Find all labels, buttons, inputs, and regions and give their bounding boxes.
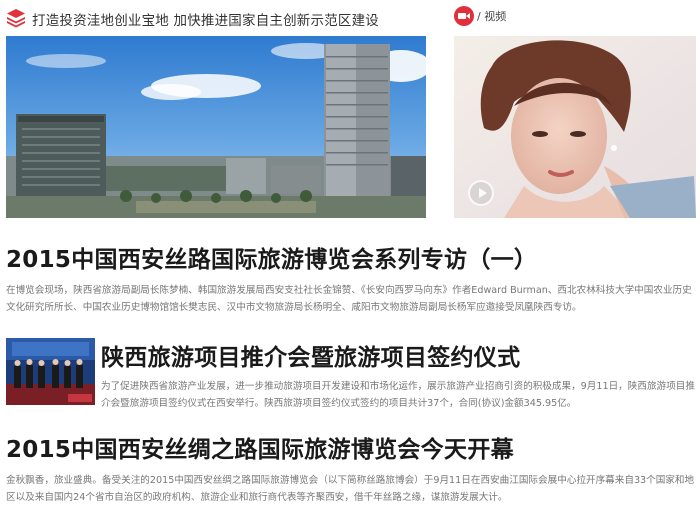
top-bar: 打造投资洼地创业宝地 加快推进国家自主创新示范区建设 / 视频: [0, 0, 700, 36]
article-title-link[interactable]: 2015中国西安丝绸之路国际旅游博览会今天开幕: [6, 437, 514, 463]
header-title-link[interactable]: 打造投资洼地创业宝地 加快推进国家自主创新示范区建设: [32, 9, 379, 29]
article-summary: 为了促进陕西省旅游产业发展，进一步推动旅游项目开发建设和市场化运作，展示旅游产业…: [101, 381, 695, 409]
article-title-link[interactable]: 陕西旅游项目推介会暨旅游项目签约仪式: [101, 345, 520, 371]
city-skyline-photo[interactable]: [6, 36, 426, 218]
event-photo-thumbnail[interactable]: [6, 338, 95, 405]
article-summary: 金秋飘香，旅业盛典。备受关注的2015中国西安丝绸之路国际旅游博览会（以下简称丝…: [6, 475, 695, 503]
article-title-link[interactable]: 2015中国西安丝路国际旅游博览会系列专访（一）: [6, 247, 537, 273]
video-camera-icon: [454, 6, 474, 26]
video-thumbnail[interactable]: [454, 36, 696, 218]
article-item: 2015中国西安丝路国际旅游博览会系列专访（一） 在博览会现场，陕西省旅游局副局…: [6, 240, 696, 316]
article-summary: 在博览会现场，陕西省旅游局副局长陈梦楠、韩国旅游发展局西安支社社长金锦赞、《长安…: [6, 285, 692, 313]
play-icon[interactable]: [468, 180, 494, 206]
article-item: 2015中国西安丝绸之路国际旅游博览会今天开幕 金秋飘香，旅业盛典。备受关注的2…: [6, 430, 696, 506]
video-label: / 视频: [477, 10, 507, 23]
article-item: 陕西旅游项目推介会暨旅游项目签约仪式 为了促进陕西省旅游产业发展，进一步推动旅游…: [101, 338, 696, 412]
video-tag[interactable]: / 视频: [454, 6, 506, 26]
stack-icon: [7, 9, 25, 28]
